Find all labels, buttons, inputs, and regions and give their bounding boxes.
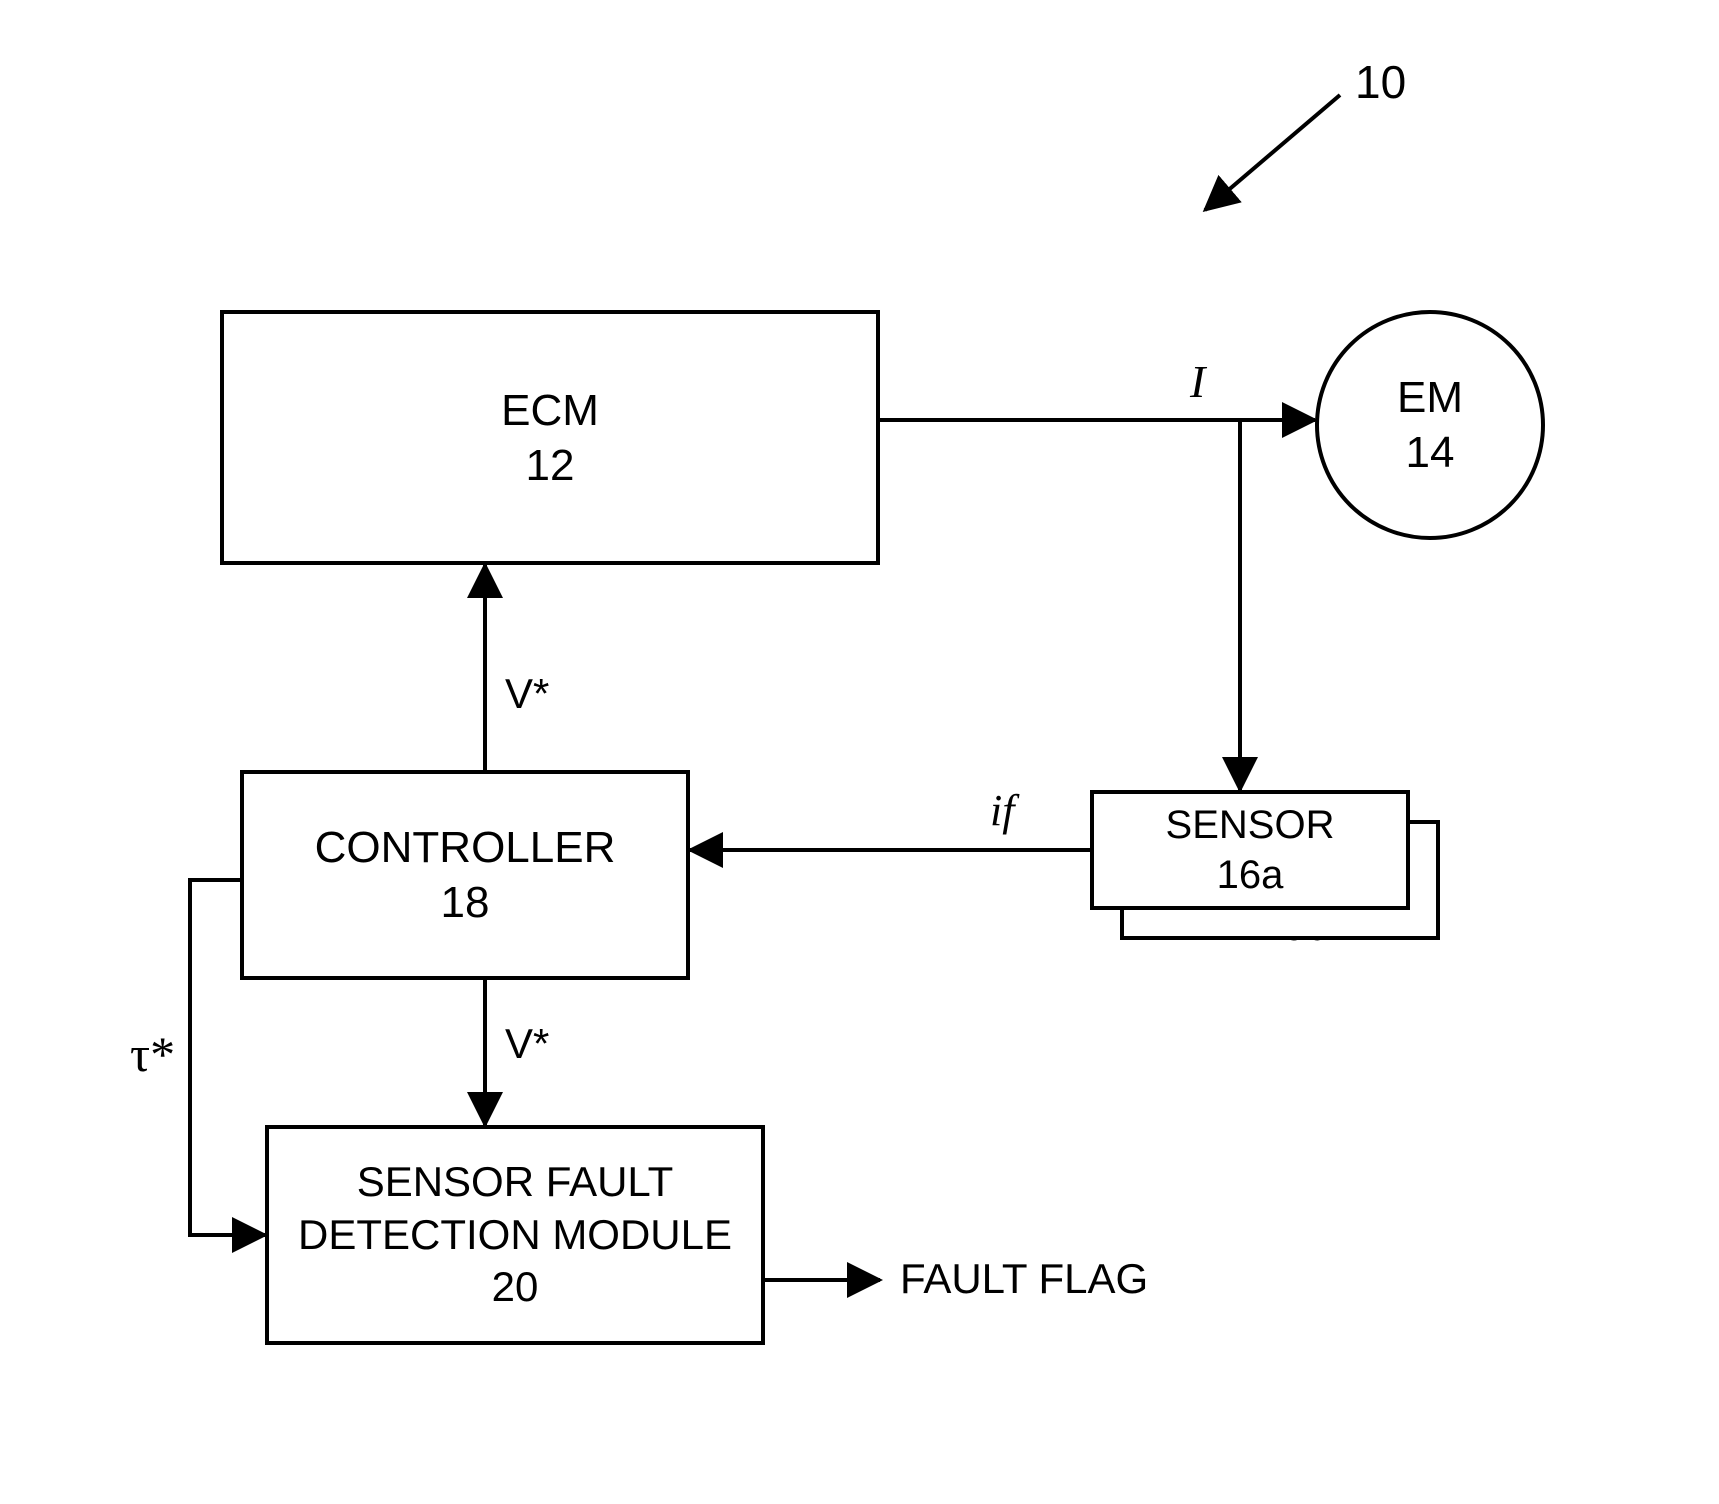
diagram-canvas: ECM 12 EM 14 SENSOR 16a 16b CONTROLLER 1… — [0, 0, 1719, 1504]
signal-fault-flag: FAULT FLAG — [900, 1255, 1148, 1303]
controller-number: 18 — [441, 875, 490, 930]
em-block: EM 14 — [1315, 310, 1545, 540]
signal-vstar-up: V* — [505, 670, 549, 718]
figure-ref-number: 10 — [1355, 55, 1406, 109]
controller-block: CONTROLLER 18 — [240, 770, 690, 980]
em-title: EM — [1397, 370, 1463, 425]
sfdm-line2: DETECTION MODULE — [298, 1209, 732, 1262]
wires-svg — [0, 0, 1719, 1504]
ecm-block: ECM 12 — [220, 310, 880, 565]
ecm-title: ECM — [501, 383, 599, 438]
sfdm-number: 20 — [492, 1261, 539, 1314]
ecm-number: 12 — [526, 438, 575, 493]
sfdm-block: SENSOR FAULT DETECTION MODULE 20 — [265, 1125, 765, 1345]
sensor-a-number: 16a — [1217, 850, 1284, 900]
controller-title: CONTROLLER — [315, 820, 616, 875]
sensor-a-block: SENSOR 16a — [1090, 790, 1410, 910]
signal-vstar-down: V* — [505, 1020, 549, 1068]
signal-tau-star: τ* — [130, 1025, 175, 1083]
sfdm-line1: SENSOR FAULT — [357, 1156, 674, 1209]
signal-i: I — [1190, 355, 1205, 408]
em-number: 14 — [1406, 425, 1455, 480]
signal-if: if — [990, 785, 1014, 836]
sensor-a-title: SENSOR — [1166, 800, 1335, 850]
